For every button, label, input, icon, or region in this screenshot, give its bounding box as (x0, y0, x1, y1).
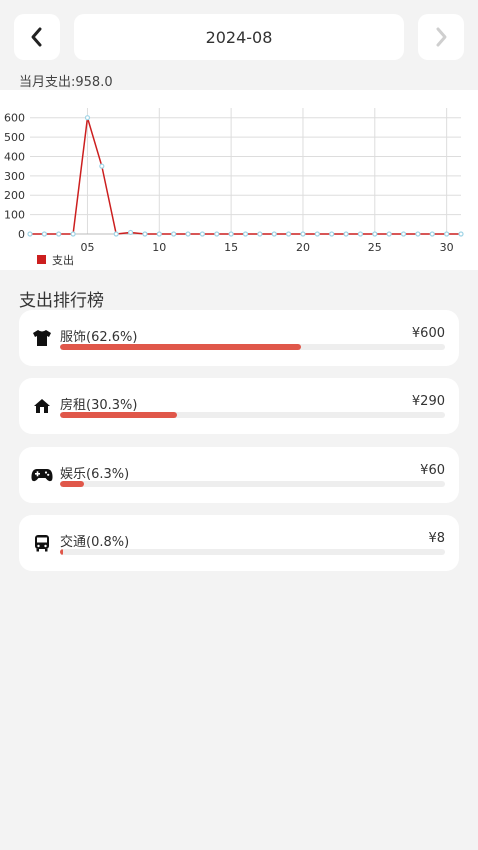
previous-month-button[interactable] (14, 14, 60, 60)
x-tick-label: 10 (152, 241, 166, 254)
data-point (271, 231, 277, 237)
ranking-item-label: 娱乐(6.3%) (60, 467, 130, 482)
y-tick-label: 600 (4, 112, 25, 125)
progress-fill (60, 412, 177, 418)
x-tick-label: 15 (224, 241, 238, 254)
data-point (386, 231, 392, 237)
ranking-item-amount: ¥290 (411, 394, 445, 409)
data-point (257, 231, 263, 237)
y-tick-label: 100 (4, 209, 25, 222)
line-chart: 0 100 200 300 400 500 600 05 10 15 20 25 30 支出 (4, 108, 464, 267)
progress-track (60, 481, 445, 487)
y-tick-label: 200 (4, 189, 25, 202)
progress-track (60, 344, 445, 350)
chevron-left-icon (31, 27, 42, 47)
ranking-item[interactable]: 房租(30.3%) ¥290 (19, 378, 459, 434)
chevron-right-icon (436, 27, 447, 47)
data-point (127, 229, 134, 236)
next-month-button[interactable] (418, 14, 464, 60)
ranking-item-label: 交通(0.8%) (60, 535, 130, 550)
x-tick-label: 30 (440, 241, 454, 254)
data-point (228, 231, 234, 237)
shirt-icon (31, 327, 53, 349)
month-label: 2024-08 (205, 27, 273, 47)
data-point (343, 231, 349, 237)
ranking-item-amount: ¥60 (420, 463, 445, 478)
x-tick-label: 25 (368, 241, 382, 254)
data-point (444, 231, 450, 237)
progress-fill (60, 344, 301, 350)
data-point (84, 115, 91, 121)
ranking-item-label: 服饰(62.6%) (60, 330, 138, 345)
progress-fill (60, 481, 85, 487)
data-point (242, 231, 249, 237)
home-icon (31, 395, 53, 417)
y-tick-label: 500 (4, 131, 25, 144)
y-tick-label: 300 (4, 170, 25, 183)
data-point (458, 231, 464, 237)
data-point (372, 231, 378, 237)
data-point (70, 231, 76, 237)
data-point (41, 231, 47, 237)
data-point (99, 163, 105, 169)
data-point (415, 231, 421, 237)
ranking-item[interactable]: 交通(0.8%) ¥8 (19, 515, 459, 571)
progress-track (60, 412, 445, 418)
ranking-item-amount: ¥8 (428, 531, 445, 546)
ranking-item-amount: ¥600 (411, 326, 445, 341)
data-point (56, 231, 62, 237)
data-point (27, 231, 33, 237)
data-point (142, 231, 148, 237)
month-total-text: 当月支出:958.0 (19, 75, 113, 90)
expense-chart: 0 100 200 300 400 500 600 05 10 15 20 25 30 支出 (0, 90, 478, 270)
data-point (357, 231, 364, 237)
legend-label: 支出 (52, 253, 74, 267)
progress-track (60, 549, 445, 555)
data-point (329, 231, 335, 237)
y-tick-label: 0 (18, 228, 25, 241)
ranking-item[interactable]: 娱乐(6.3%) ¥60 (19, 447, 459, 503)
data-point (300, 231, 306, 237)
x-tick-label: 20 (296, 241, 310, 254)
data-point (400, 231, 407, 237)
data-point (199, 231, 205, 237)
header: 2024-08 (0, 0, 478, 70)
data-point (113, 231, 119, 237)
expense-page: 2024-08 当月支出:958.0 0 100 200 300 400 500 600 05… (0, 0, 478, 850)
data-point (171, 231, 177, 237)
data-point (214, 231, 220, 237)
ranking-item-label: 房租(30.3%) (60, 398, 138, 413)
progress-fill (60, 549, 64, 555)
data-point (429, 231, 435, 237)
gamepad-icon (31, 464, 53, 486)
data-point (185, 231, 191, 237)
y-tick-label: 400 (4, 150, 25, 163)
x-tick-label: 05 (80, 241, 94, 254)
month-display[interactable]: 2024-08 (74, 14, 404, 60)
ranking-item[interactable]: 服饰(62.6%) ¥600 (19, 310, 459, 366)
ranking-title: 支出排行榜 (19, 291, 104, 311)
data-point (314, 231, 320, 237)
data-point (156, 231, 162, 237)
legend-swatch (37, 255, 46, 264)
bus-icon (31, 532, 53, 554)
data-point (286, 231, 292, 237)
